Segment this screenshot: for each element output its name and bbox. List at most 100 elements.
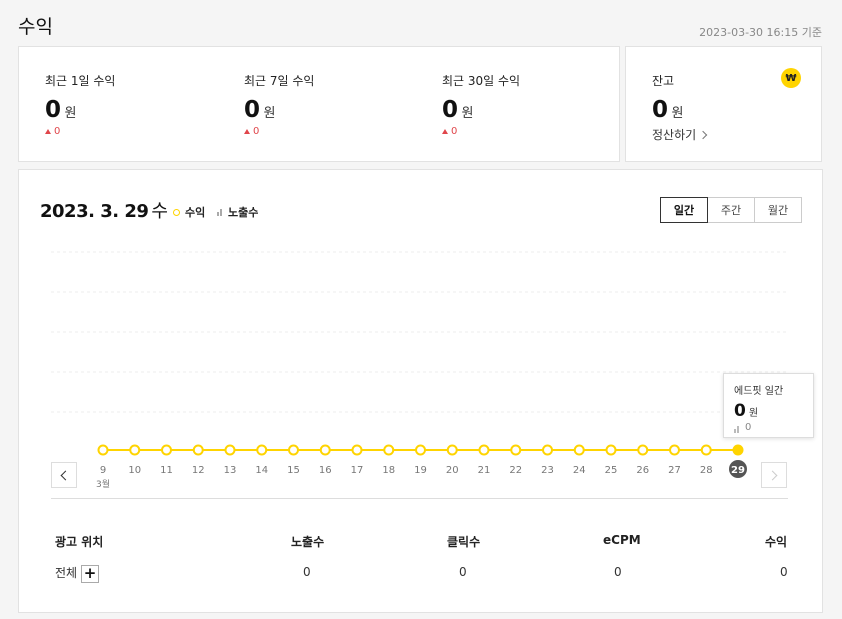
x-tick-label: 19 bbox=[414, 465, 427, 476]
x-tick-label: 27 bbox=[668, 465, 681, 476]
metric-change-value: 0 bbox=[451, 126, 458, 137]
x-tick-label: 15 bbox=[287, 465, 300, 476]
x-tick-label: 25 bbox=[605, 465, 618, 476]
divider bbox=[51, 498, 788, 499]
data-point[interactable] bbox=[415, 444, 426, 456]
data-point[interactable] bbox=[542, 444, 553, 456]
x-tick-label: 13 bbox=[224, 465, 237, 476]
table-header-ecpm: eCPM bbox=[603, 533, 641, 547]
data-point[interactable] bbox=[129, 444, 141, 456]
data-point[interactable] bbox=[161, 444, 172, 456]
table-row-location: 전체 + bbox=[55, 564, 100, 583]
data-point[interactable] bbox=[637, 444, 649, 456]
data-point[interactable] bbox=[351, 444, 363, 456]
triangle-up-icon bbox=[442, 129, 448, 134]
data-point[interactable] bbox=[192, 444, 204, 456]
data-point[interactable] bbox=[669, 444, 680, 456]
data-point[interactable] bbox=[319, 444, 331, 456]
tab-daily[interactable]: 일간 bbox=[660, 197, 708, 223]
settle-label: 정산하기 bbox=[652, 128, 697, 142]
triangle-up-icon bbox=[244, 129, 250, 134]
x-tick-label: 18 bbox=[382, 465, 395, 476]
data-point[interactable] bbox=[383, 444, 395, 456]
table-header-clicks: 클릭수 bbox=[447, 535, 481, 549]
metric-value: 0 bbox=[45, 97, 61, 123]
triangle-up-icon bbox=[45, 129, 51, 134]
balance-metric: 잔고 0 원 bbox=[652, 72, 683, 123]
x-month-label: 3월 bbox=[96, 478, 110, 490]
table-cell-revenue: 0 bbox=[780, 565, 788, 579]
balance-unit: 원 bbox=[671, 106, 684, 121]
chevron-right-icon bbox=[767, 470, 778, 480]
chart-tooltip: 에드핏 일간 0 원 0 bbox=[723, 373, 814, 438]
metric-change-value: 0 bbox=[253, 126, 260, 137]
settle-link[interactable]: 정산하기 bbox=[652, 126, 708, 143]
table-cell-ecpm: 0 bbox=[614, 565, 622, 579]
x-tick-label: 11 bbox=[160, 465, 173, 476]
data-point[interactable] bbox=[256, 444, 268, 456]
metric-unit: 원 bbox=[64, 106, 77, 121]
x-tick-label: 22 bbox=[509, 465, 522, 476]
tooltip-unit: 원 bbox=[748, 408, 759, 419]
x-tick-label: 12 bbox=[192, 465, 205, 476]
metric-change: 0 bbox=[45, 126, 115, 137]
metric-unit: 원 bbox=[461, 106, 474, 121]
data-point[interactable] bbox=[446, 444, 458, 456]
metric-change: 0 bbox=[442, 126, 520, 137]
data-point[interactable] bbox=[573, 444, 585, 456]
metric-1-day: 최근 1일 수익 0 원 0 bbox=[45, 72, 115, 137]
table-cell-clicks: 0 bbox=[459, 565, 467, 579]
x-tick-label: 24 bbox=[573, 465, 586, 476]
page-title: 수익 bbox=[18, 16, 53, 38]
tooltip-title: 에드핏 일간 bbox=[734, 386, 784, 397]
chevron-left-icon bbox=[60, 470, 71, 480]
expand-plus-button[interactable]: + bbox=[81, 564, 100, 583]
page-timestamp: 2023-03-30 16:15 기준 bbox=[699, 26, 822, 39]
data-point[interactable] bbox=[97, 444, 109, 456]
tooltip-impressions: 0 bbox=[734, 422, 803, 433]
chart-prev-button[interactable] bbox=[51, 462, 77, 488]
metric-label: 최근 7일 수익 bbox=[244, 74, 315, 88]
tooltip-value: 0 bbox=[734, 401, 746, 421]
x-tick-label: 21 bbox=[478, 465, 491, 476]
x-tick-label: 23 bbox=[541, 465, 554, 476]
x-tick-label: 10 bbox=[128, 465, 141, 476]
metric-change-value: 0 bbox=[54, 126, 61, 137]
table-cell-impressions: 0 bbox=[303, 565, 311, 579]
balance-value: 0 bbox=[652, 97, 668, 123]
data-point[interactable] bbox=[700, 444, 712, 456]
revenue-summary-card: 최근 1일 수익 0 원 0 최근 7일 수익 0 원 0 최근 30일 수익 … bbox=[18, 46, 620, 162]
table-header-location: 광고 위치 bbox=[55, 535, 104, 549]
data-point[interactable] bbox=[732, 444, 744, 456]
chart-next-button[interactable] bbox=[761, 462, 787, 488]
balance-card: 잔고 0 원 ₩ 정산하기 bbox=[625, 46, 822, 162]
x-tick-label: 17 bbox=[351, 465, 364, 476]
data-point[interactable] bbox=[510, 444, 522, 456]
metric-value: 0 bbox=[244, 97, 260, 123]
chart-card: 2023. 3. 29 수 수익 노출수 일간 주간 월간 9 10 11 12 13 14… bbox=[18, 169, 823, 613]
chevron-right-icon bbox=[698, 130, 708, 139]
x-tick-label: 26 bbox=[636, 465, 649, 476]
x-tick-label: 9 bbox=[100, 465, 106, 476]
x-tick-label: 16 bbox=[319, 465, 332, 476]
table-header-revenue: 수익 bbox=[765, 535, 788, 549]
metric-30-day: 최근 30일 수익 0 원 0 bbox=[442, 72, 520, 137]
location-name: 전체 bbox=[55, 566, 78, 580]
metric-label: 최근 1일 수익 bbox=[45, 74, 116, 88]
metric-7-day: 최근 7일 수익 0 원 0 bbox=[244, 72, 314, 137]
metric-change: 0 bbox=[244, 126, 314, 137]
balance-label: 잔고 bbox=[652, 74, 675, 88]
table-header-impressions: 노출수 bbox=[291, 535, 325, 549]
data-point[interactable] bbox=[605, 444, 617, 456]
data-point[interactable] bbox=[478, 444, 490, 456]
x-tick-label: 20 bbox=[446, 465, 459, 476]
x-tick-label: 28 bbox=[700, 465, 713, 476]
x-tick-label: 14 bbox=[255, 465, 268, 476]
data-point[interactable] bbox=[224, 444, 236, 456]
data-point[interactable] bbox=[288, 444, 299, 456]
x-tick-label: 29 bbox=[731, 465, 745, 476]
tooltip-impressions-value: 0 bbox=[745, 422, 752, 433]
metric-value: 0 bbox=[442, 97, 458, 123]
won-coin-icon: ₩ bbox=[781, 68, 801, 88]
metric-label: 최근 30일 수익 bbox=[442, 74, 521, 88]
